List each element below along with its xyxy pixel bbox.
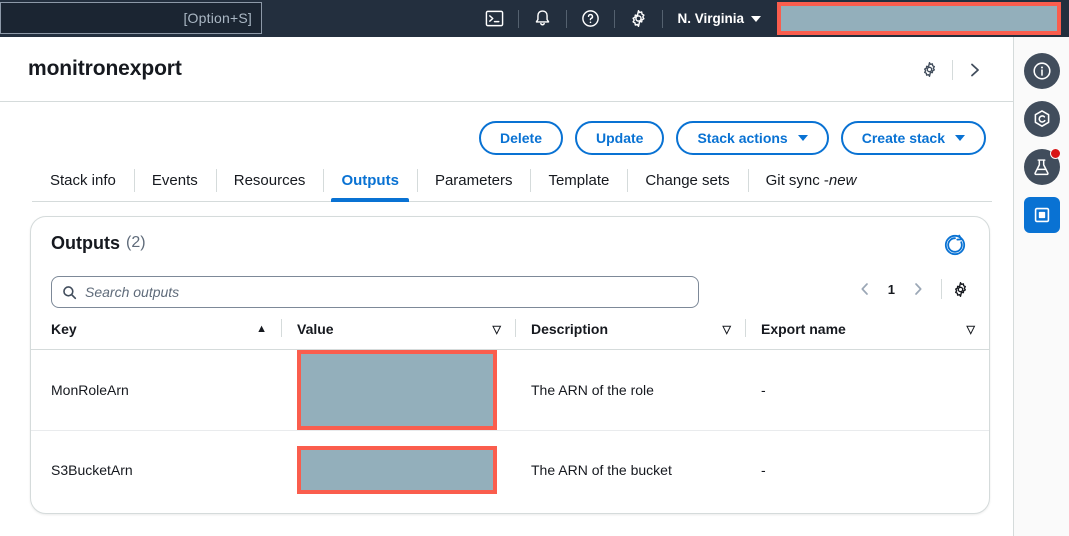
cell-value bbox=[281, 431, 515, 510]
search-input[interactable] bbox=[85, 284, 688, 300]
refresh-icon[interactable] bbox=[941, 231, 969, 259]
value-redacted-box bbox=[297, 446, 497, 495]
table-header-row: Key ▲ Value ▽ Description ▽ Export name … bbox=[31, 315, 989, 350]
value-redacted-box bbox=[297, 350, 497, 430]
tab-label: Stack info bbox=[50, 172, 116, 189]
outputs-toolbar: 1 bbox=[31, 269, 989, 315]
global-search-box[interactable]: [Option+S] bbox=[0, 2, 262, 34]
top-navigation-bar: [Option+S] N. Virginia bbox=[0, 0, 1069, 37]
cell-key: MonRoleArn bbox=[31, 349, 281, 431]
tab-resources[interactable]: Resources bbox=[215, 160, 324, 201]
column-label: Export name bbox=[761, 321, 846, 337]
outputs-table: Key ▲ Value ▽ Description ▽ Export name … bbox=[31, 315, 989, 510]
page-header-actions bbox=[907, 37, 997, 102]
table-row: MonRoleArn The ARN of the role - bbox=[31, 349, 989, 431]
column-header-description[interactable]: Description ▽ bbox=[515, 315, 745, 350]
search-icon bbox=[62, 285, 77, 300]
notification-badge-dot bbox=[1049, 148, 1061, 159]
stack-actions-label: Stack actions bbox=[697, 130, 788, 146]
create-stack-button[interactable]: Create stack bbox=[840, 121, 986, 155]
cloudshell-icon[interactable] bbox=[471, 0, 518, 37]
tab-label: Change sets bbox=[645, 172, 730, 189]
outputs-table-header: Key ▲ Value ▽ Description ▽ Export name … bbox=[31, 315, 989, 350]
column-header-export-name[interactable]: Export name ▽ bbox=[745, 315, 989, 350]
help-question-icon[interactable] bbox=[567, 0, 614, 37]
create-stack-label: Create stack bbox=[861, 130, 945, 146]
tab-template[interactable]: Template bbox=[530, 160, 627, 201]
search-shortcut-hint: [Option+S] bbox=[183, 10, 252, 26]
pagination-controls: 1 bbox=[852, 275, 969, 303]
outputs-panel: Outputs (2) Search outputs 1 Key ▲ Value… bbox=[30, 216, 990, 514]
cell-export-name: - bbox=[745, 349, 989, 431]
search-outputs-box[interactable] bbox=[51, 276, 699, 308]
tab-label: Git sync - bbox=[765, 172, 829, 189]
sort-ascending-icon: ▲ bbox=[256, 323, 267, 335]
tab-new-badge: new bbox=[828, 172, 857, 189]
tab-change-sets[interactable]: Change sets bbox=[627, 160, 747, 201]
pager-divider bbox=[941, 279, 942, 299]
column-label: Value bbox=[297, 321, 334, 337]
table-row: S3BucketArn The ARN of the bucket - bbox=[31, 431, 989, 510]
cell-key: S3BucketArn bbox=[51, 462, 133, 479]
flask-lab-icon[interactable] bbox=[1023, 148, 1061, 185]
tab-label: Events bbox=[151, 172, 198, 189]
tab-stack-info[interactable]: Stack info bbox=[32, 160, 134, 201]
page-header: monitronexport bbox=[0, 37, 1013, 102]
cell-export-name: - bbox=[761, 462, 766, 479]
delete-button-label: Delete bbox=[499, 130, 542, 146]
info-icon[interactable] bbox=[1023, 53, 1060, 89]
column-header-key[interactable]: Key ▲ bbox=[31, 315, 281, 350]
table-preferences-gear-icon[interactable] bbox=[952, 281, 969, 298]
tab-outputs[interactable]: Outputs bbox=[323, 160, 417, 202]
notifications-bell-icon[interactable] bbox=[519, 0, 566, 37]
outputs-count: (2) bbox=[126, 234, 146, 251]
chevron-right-icon[interactable] bbox=[905, 275, 931, 303]
top-nav-right-group: N. Virginia bbox=[471, 0, 1069, 37]
tab-label: Template bbox=[548, 172, 610, 189]
tab-label: Outputs bbox=[341, 172, 399, 189]
page-number[interactable]: 1 bbox=[880, 282, 903, 297]
stack-action-buttons: Delete Update Stack actions Create stack bbox=[478, 121, 986, 155]
delete-button[interactable]: Delete bbox=[478, 121, 563, 155]
stack-actions-button[interactable]: Stack actions bbox=[676, 121, 829, 155]
region-selector[interactable]: N. Virginia bbox=[663, 11, 773, 26]
column-label: Description bbox=[531, 321, 609, 337]
tab-label: Resources bbox=[233, 172, 306, 189]
panel-toggle-icon[interactable] bbox=[1023, 197, 1060, 233]
sort-none-icon: ▽ bbox=[722, 323, 731, 336]
outputs-table-body: MonRoleArn The ARN of the role - S3Bucke… bbox=[31, 349, 989, 510]
cell-value bbox=[281, 349, 515, 431]
tab-parameters[interactable]: Parameters bbox=[416, 160, 531, 201]
tab-git-sync[interactable]: Git sync - new bbox=[747, 160, 875, 201]
gear-icon[interactable] bbox=[907, 61, 952, 78]
sort-none-icon: ▽ bbox=[492, 323, 501, 336]
cell-description: The ARN of the role bbox=[515, 349, 745, 431]
cloudformation-shield-icon[interactable] bbox=[1023, 101, 1060, 137]
chevron-left-icon[interactable] bbox=[852, 275, 878, 303]
region-label: N. Virginia bbox=[677, 11, 744, 26]
outputs-title: Outputs bbox=[51, 232, 120, 253]
column-header-value[interactable]: Value ▽ bbox=[281, 315, 515, 350]
chevron-down-icon bbox=[751, 15, 761, 22]
account-menu-redacted[interactable] bbox=[777, 2, 1061, 35]
sort-none-icon: ▽ bbox=[966, 323, 975, 336]
update-button-label: Update bbox=[596, 130, 644, 146]
aws-cloudformation-console: [Option+S] N. Virginia monitronexport De… bbox=[0, 0, 1069, 536]
chevron-down-icon bbox=[797, 135, 808, 141]
tab-label: Parameters bbox=[434, 172, 513, 189]
stack-detail-tabs: Stack info Events Resources Outputs Para… bbox=[32, 160, 992, 202]
page-title: monitronexport bbox=[28, 57, 182, 80]
tab-events[interactable]: Events bbox=[133, 160, 216, 201]
cell-description: The ARN of the bucket bbox=[531, 462, 672, 479]
settings-gear-icon[interactable] bbox=[615, 0, 662, 37]
chevron-down-icon bbox=[955, 135, 965, 141]
column-label: Key bbox=[51, 321, 77, 337]
outputs-panel-header: Outputs (2) bbox=[31, 217, 989, 269]
chevron-right-icon[interactable] bbox=[953, 61, 997, 79]
right-side-rail bbox=[1013, 37, 1069, 536]
update-button[interactable]: Update bbox=[575, 121, 665, 155]
